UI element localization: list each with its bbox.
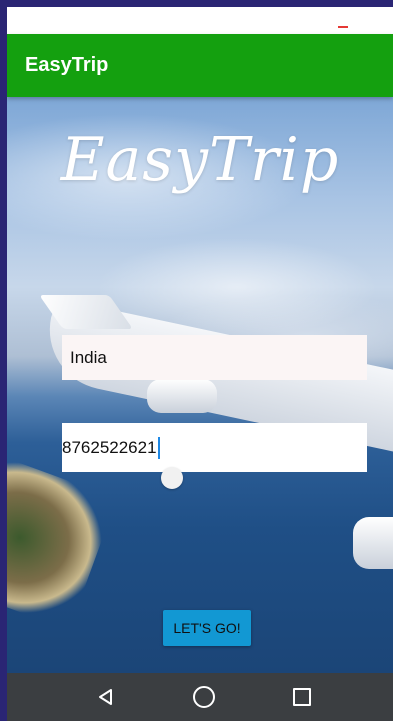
- phone-value: 8762522621: [62, 437, 157, 457]
- lets-go-button[interactable]: LET'S GO!: [163, 610, 251, 646]
- background-image: EasyTrip India 8762522621 LET'S GO!: [7, 97, 393, 673]
- status-bar: [7, 7, 393, 34]
- home-icon[interactable]: [193, 686, 215, 708]
- navigation-bar: [7, 673, 393, 721]
- coastline-image: [7, 453, 118, 631]
- phone-field[interactable]: 8762522621: [62, 423, 367, 472]
- engine-right-image: [353, 517, 393, 569]
- cursor-handle[interactable]: [161, 467, 183, 489]
- app-bar: EasyTrip: [7, 34, 393, 97]
- app-title: EasyTrip: [25, 54, 109, 76]
- device-screen: EasyTrip EasyTrip India 8762522621 LET'S…: [7, 7, 393, 721]
- status-indicator: [338, 26, 348, 28]
- logo-text: EasyTrip: [60, 125, 340, 195]
- recent-apps-icon[interactable]: [293, 688, 311, 706]
- country-value: India: [70, 347, 107, 367]
- text-cursor: [157, 436, 160, 459]
- engine-image: [147, 379, 217, 413]
- country-field[interactable]: India: [62, 335, 367, 380]
- back-icon[interactable]: [96, 687, 116, 707]
